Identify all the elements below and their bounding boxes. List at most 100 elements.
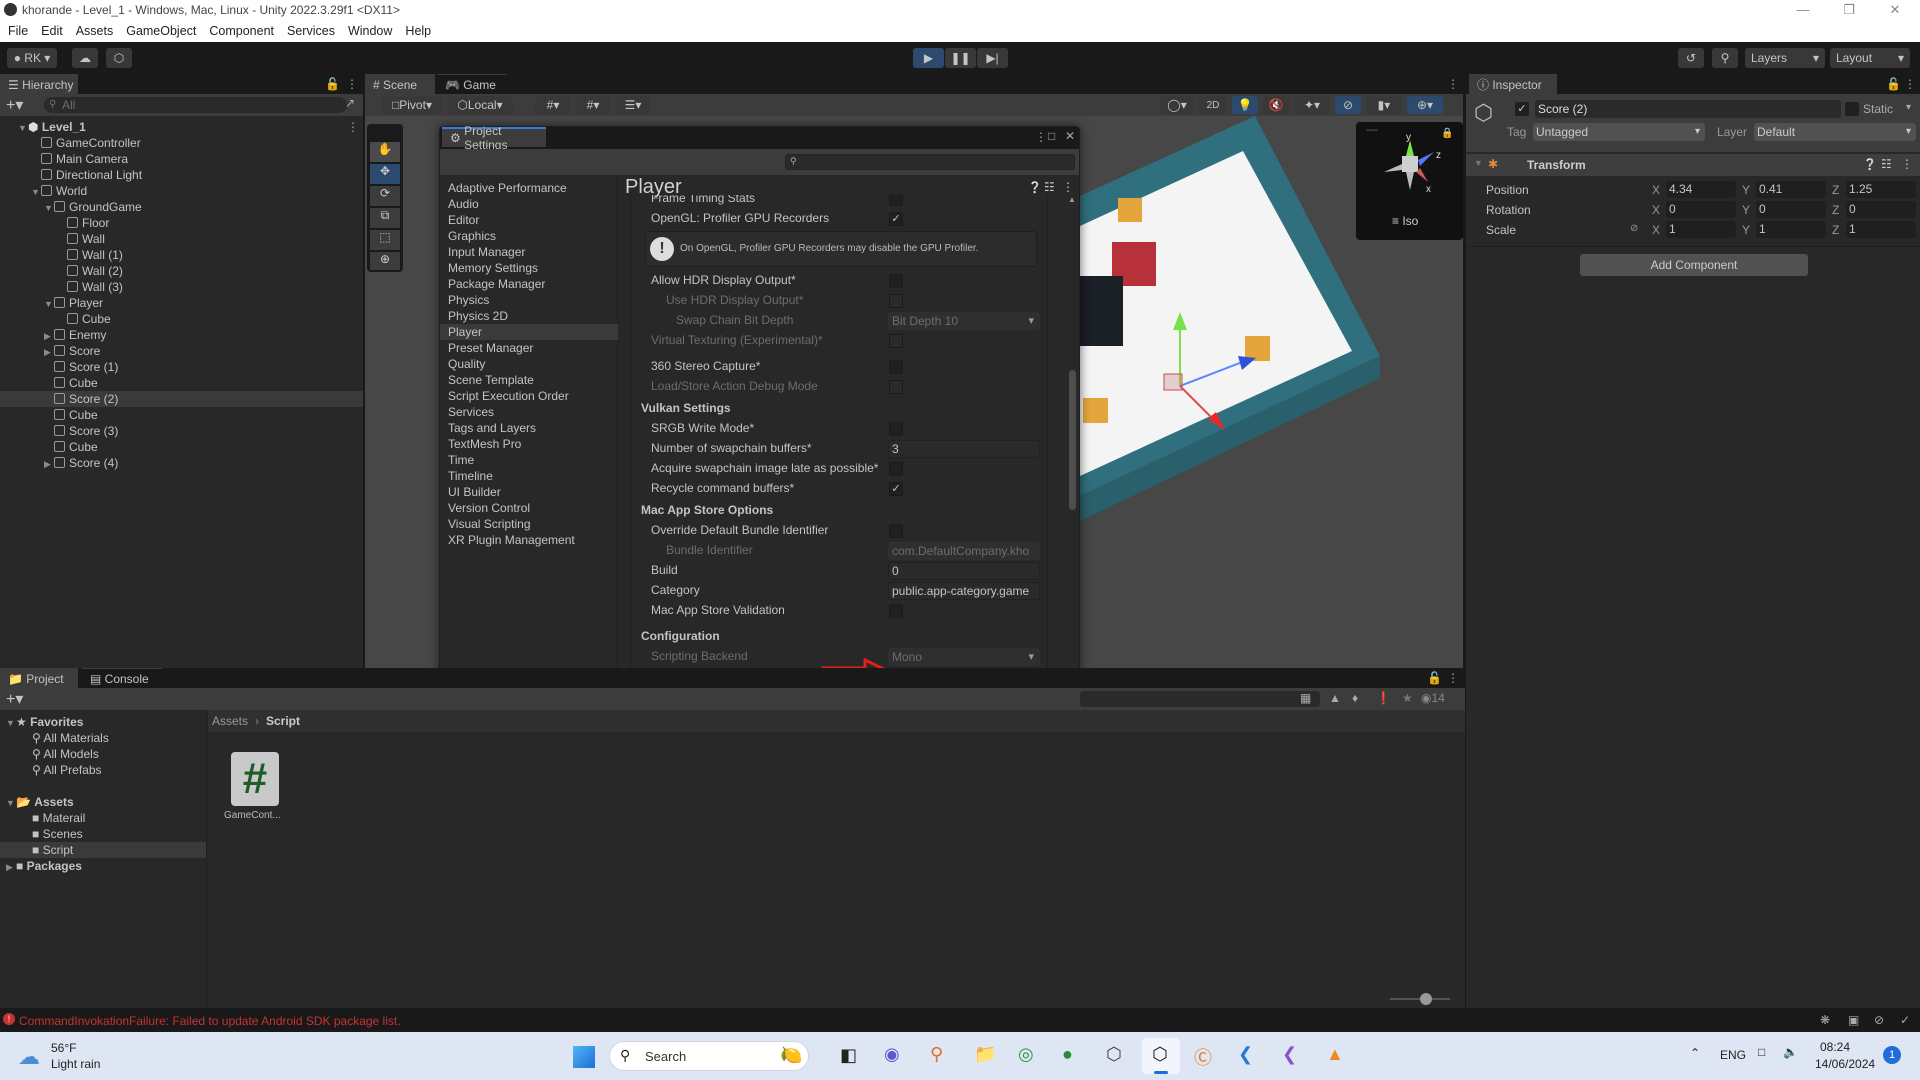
- settings-category-item[interactable]: Physics: [448, 292, 618, 308]
- hierarchy-item[interactable]: Main Camera: [0, 151, 363, 167]
- favorite-all-materials[interactable]: ⚲ All Materials: [0, 730, 206, 746]
- help-icon[interactable]: ❔: [1028, 181, 1042, 194]
- constrain-proportions-icon[interactable]: ⊘: [1630, 223, 1638, 234]
- scale-y-field[interactable]: 1: [1756, 221, 1826, 238]
- scroll-up-icon[interactable]: ▲: [1068, 195, 1076, 204]
- axis-gizmo[interactable]: y z x: [1376, 134, 1446, 196]
- create-button[interactable]: +▾: [6, 689, 23, 709]
- settings-category-item[interactable]: Version Control: [448, 500, 618, 516]
- settings-category-item[interactable]: TextMesh Pro: [448, 436, 618, 452]
- asset-item[interactable]: # GameCont...: [222, 746, 284, 826]
- project-search-input[interactable]: [1080, 691, 1320, 707]
- menu-component[interactable]: Component: [209, 24, 274, 38]
- settings-checkbox[interactable]: [889, 360, 903, 374]
- settings-checkbox[interactable]: [889, 604, 903, 618]
- idm-icon[interactable]: ●: [1062, 1044, 1073, 1065]
- auto-refresh-icon[interactable]: ⊘: [1874, 1013, 1884, 1027]
- hierarchy-item[interactable]: ▼ World: [0, 183, 363, 199]
- weather-temp[interactable]: 56°F: [51, 1041, 76, 1055]
- expand-arrow-icon[interactable]: ▶: [44, 344, 54, 360]
- taskbar-search[interactable]: ⚲ Search 🍋: [609, 1041, 809, 1071]
- expand-arrow-icon[interactable]: ▶: [6, 859, 16, 875]
- hierarchy-item[interactable]: Cube: [0, 407, 363, 423]
- hierarchy-item[interactable]: Directional Light: [0, 167, 363, 183]
- rotation-x-field[interactable]: 0: [1666, 201, 1736, 218]
- status-error-message[interactable]: CommandInvokationFailure: Failed to upda…: [19, 1014, 401, 1028]
- close-button[interactable]: ✕: [1872, 0, 1918, 20]
- transform-tool[interactable]: ⊕: [370, 252, 400, 270]
- audio-toggle[interactable]: 🔇: [1263, 96, 1289, 114]
- search-everything-icon[interactable]: ⚲: [930, 1044, 943, 1065]
- settings-text-field[interactable]: 3: [888, 440, 1040, 458]
- hierarchy-item[interactable]: Score (1): [0, 359, 363, 375]
- account-button[interactable]: ● RK ▾: [7, 48, 57, 68]
- maximize-icon[interactable]: □: [1048, 129, 1055, 143]
- settings-category-item[interactable]: Time: [448, 452, 618, 468]
- settings-category-item[interactable]: UI Builder: [448, 484, 618, 500]
- settings-category-item[interactable]: Physics 2D: [448, 308, 618, 324]
- static-checkbox[interactable]: [1845, 102, 1859, 116]
- favorite-all-models[interactable]: ⚲ All Models: [0, 746, 206, 762]
- grid-snap-button[interactable]: #▾: [535, 96, 571, 114]
- local-toggle[interactable]: ⬡ Local ▾: [447, 96, 513, 114]
- lock-icon[interactable]: 🔓: [1427, 671, 1442, 685]
- settings-checkbox[interactable]: [889, 274, 903, 288]
- layers-dropdown[interactable]: Layers ▾: [1745, 48, 1825, 68]
- settings-checkbox[interactable]: [889, 524, 903, 538]
- settings-category-item[interactable]: Editor: [448, 212, 618, 228]
- active-checkbox[interactable]: ✓: [1515, 102, 1529, 116]
- camera-settings-button[interactable]: ▮▾: [1366, 96, 1402, 114]
- hierarchy-item[interactable]: GameController: [0, 135, 363, 151]
- vlc-icon[interactable]: ▲: [1326, 1044, 1344, 1065]
- settings-category-item[interactable]: Adaptive Performance: [448, 180, 618, 196]
- gizmo-plane-handle[interactable]: [1163, 373, 1183, 391]
- settings-text-field[interactable]: public.app-category.game: [888, 582, 1040, 600]
- tab-project-settings[interactable]: ⚙ Project Settings: [442, 124, 546, 152]
- position-x-field[interactable]: 4.34: [1666, 181, 1736, 198]
- position-y-field[interactable]: 0.41: [1756, 181, 1826, 198]
- scale-tool[interactable]: ⧉: [370, 208, 400, 228]
- settings-text-field[interactable]: 0: [888, 562, 1040, 580]
- pause-button[interactable]: ❚❚: [945, 48, 976, 68]
- settings-category-item[interactable]: Script Execution Order: [448, 388, 618, 404]
- restore-button[interactable]: ❐: [1826, 0, 1872, 20]
- layer-dropdown[interactable]: Default ▾: [1754, 123, 1916, 141]
- rect-tool[interactable]: ⬚: [370, 230, 400, 250]
- filter-type-icon[interactable]: ▲: [1329, 691, 1341, 705]
- settings-category-item[interactable]: Memory Settings: [448, 260, 618, 276]
- static-dropdown[interactable]: ▾: [1906, 102, 1911, 113]
- more-options-icon[interactable]: ⋮: [346, 77, 358, 91]
- menu-assets[interactable]: Assets: [76, 24, 114, 38]
- collapse-icon[interactable]: ▼: [1474, 158, 1483, 168]
- folder-script[interactable]: ■ Script: [0, 842, 206, 858]
- settings-checkbox[interactable]: ✓: [889, 482, 903, 496]
- expand-arrow-icon[interactable]: ▼: [18, 120, 28, 136]
- more-options-icon[interactable]: ⋮: [347, 119, 359, 135]
- settings-category-item[interactable]: Services: [448, 404, 618, 420]
- layout-dropdown[interactable]: Layout ▾: [1830, 48, 1910, 68]
- tab-project[interactable]: 📁 Project: [0, 668, 78, 688]
- menu-services[interactable]: Services: [287, 24, 335, 38]
- search-by-type-icon[interactable]: ▦: [1300, 691, 1311, 705]
- hierarchy-item[interactable]: Score (2): [0, 391, 363, 407]
- hand-tool[interactable]: ✋: [370, 142, 400, 162]
- hierarchy-search-input[interactable]: ⚲ All: [44, 97, 347, 113]
- more-options-icon[interactable]: ⋮: [1901, 157, 1913, 171]
- tab-hierarchy[interactable]: ☰ Hierarchy: [0, 74, 78, 94]
- pivot-toggle[interactable]: □ Pivot ▾: [381, 96, 443, 114]
- volume-icon[interactable]: 🔈: [1783, 1045, 1798, 1059]
- menu-help[interactable]: Help: [405, 24, 431, 38]
- tab-game[interactable]: 🎮 Game: [437, 74, 507, 94]
- tab-scene[interactable]: # Scene: [365, 74, 435, 94]
- expand-arrow-icon[interactable]: ▶: [44, 456, 54, 472]
- minimize-button[interactable]: —: [1780, 0, 1826, 20]
- search-button[interactable]: ⚲: [1712, 48, 1738, 68]
- projection-toggle[interactable]: ≡ Iso: [1392, 214, 1418, 228]
- icon-size-slider[interactable]: [1390, 993, 1450, 1005]
- hierarchy-item[interactable]: ▶ Score: [0, 343, 363, 359]
- assets-folder[interactable]: ▼📂 Assets: [0, 794, 206, 810]
- folder-scenes[interactable]: ■ Scenes: [0, 826, 206, 842]
- 2d-toggle[interactable]: 2D: [1199, 96, 1227, 114]
- hierarchy-item[interactable]: Wall (3): [0, 279, 363, 295]
- settings-checkbox[interactable]: [889, 422, 903, 436]
